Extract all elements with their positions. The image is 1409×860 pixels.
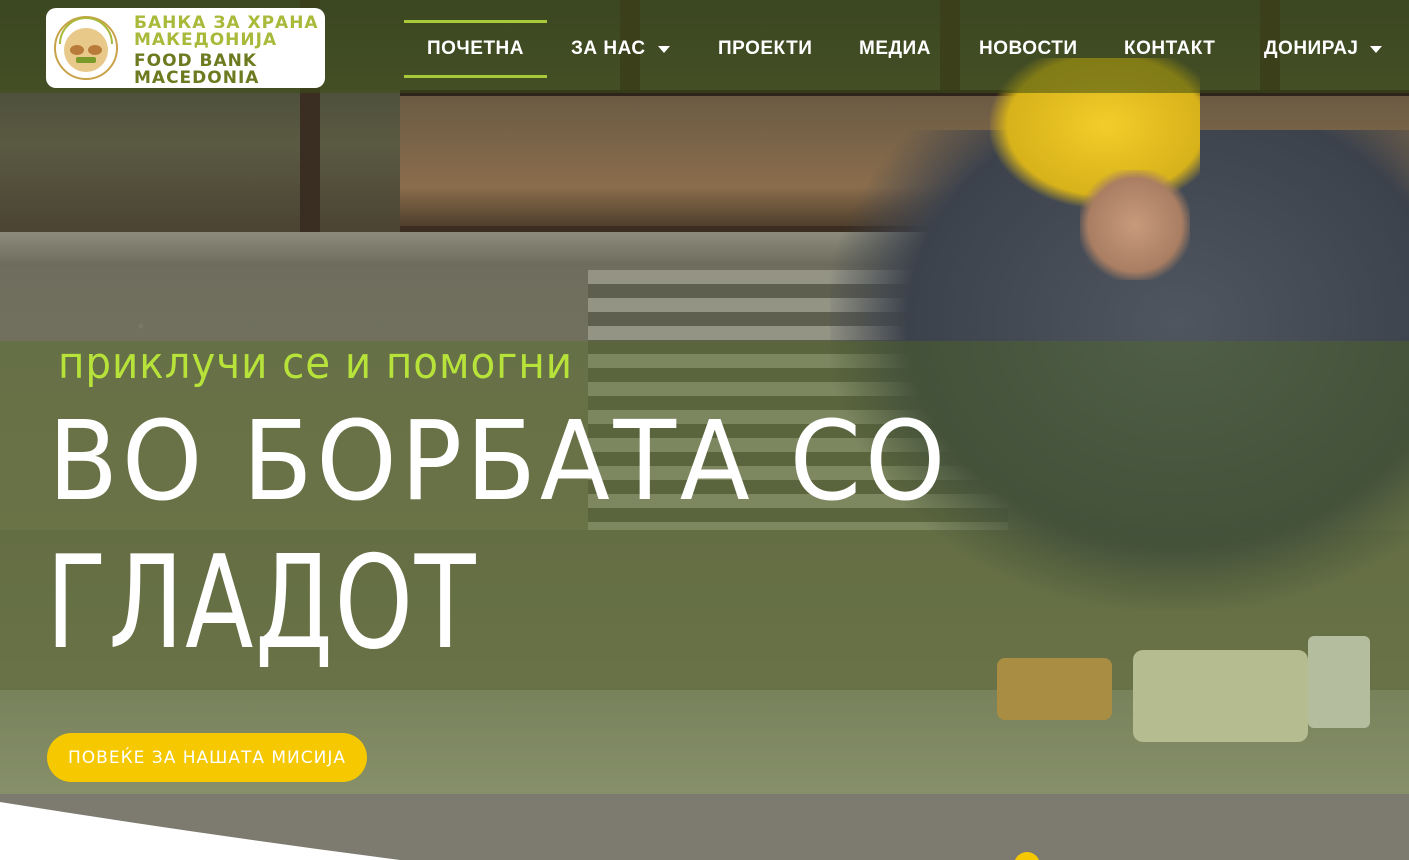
nav-item-label: МЕДИА bbox=[859, 38, 931, 59]
food-bank-emblem-icon bbox=[54, 16, 118, 80]
nav-item-label: ДОНИРАЈ bbox=[1264, 38, 1359, 59]
nav-item-label: НОВОСТИ bbox=[979, 38, 1078, 59]
logo-text-mk-line2: МАКЕДОНИЈА bbox=[134, 30, 278, 50]
nav-item-label: ПРОЕКТИ bbox=[718, 38, 813, 59]
hero-tagline: приклучи се и помогни bbox=[58, 338, 573, 389]
nav-item-projects[interactable]: ПРОЕКТИ bbox=[718, 20, 812, 78]
nav-item-contact[interactable]: КОНТАКТ bbox=[1124, 20, 1215, 78]
page: БАНКА ЗА ХРАНА МАКЕДОНИЈА FOOD BANK MACE… bbox=[0, 0, 1409, 860]
curve-shape bbox=[0, 802, 400, 860]
nav-item-home[interactable]: ПОЧЕТНА bbox=[404, 20, 547, 78]
nav-item-label: ЗА НАС bbox=[571, 38, 646, 59]
bg-person-face bbox=[1080, 170, 1190, 280]
nav-item-news[interactable]: НОВОСТИ bbox=[979, 20, 1078, 78]
nav-item-media[interactable]: МЕДИА bbox=[859, 20, 931, 78]
caret-down-icon bbox=[1370, 45, 1383, 53]
nav-item-donate[interactable]: ДОНИРАЈ bbox=[1264, 20, 1383, 78]
hero-headline-line2: ГЛАДОТ bbox=[46, 529, 478, 678]
caret-down-icon bbox=[657, 45, 670, 53]
mission-cta-button[interactable]: ПОВЕЌЕ ЗА НАШАТА МИСИЈА bbox=[47, 733, 367, 782]
logo-text-en-line2: MACEDONIA bbox=[134, 68, 260, 88]
hero-headline-line1: ВО БОРБАТА СО bbox=[48, 397, 950, 525]
nav-item-label: ПОЧЕТНА bbox=[426, 38, 524, 59]
site-logo[interactable]: БАНКА ЗА ХРАНА МАКЕДОНИЈА FOOD BANK MACE… bbox=[46, 8, 325, 88]
nav-item-about[interactable]: ЗА НАС bbox=[571, 20, 670, 78]
nav-item-label: КОНТАКТ bbox=[1124, 38, 1216, 59]
section-divider-curve bbox=[0, 794, 1409, 860]
